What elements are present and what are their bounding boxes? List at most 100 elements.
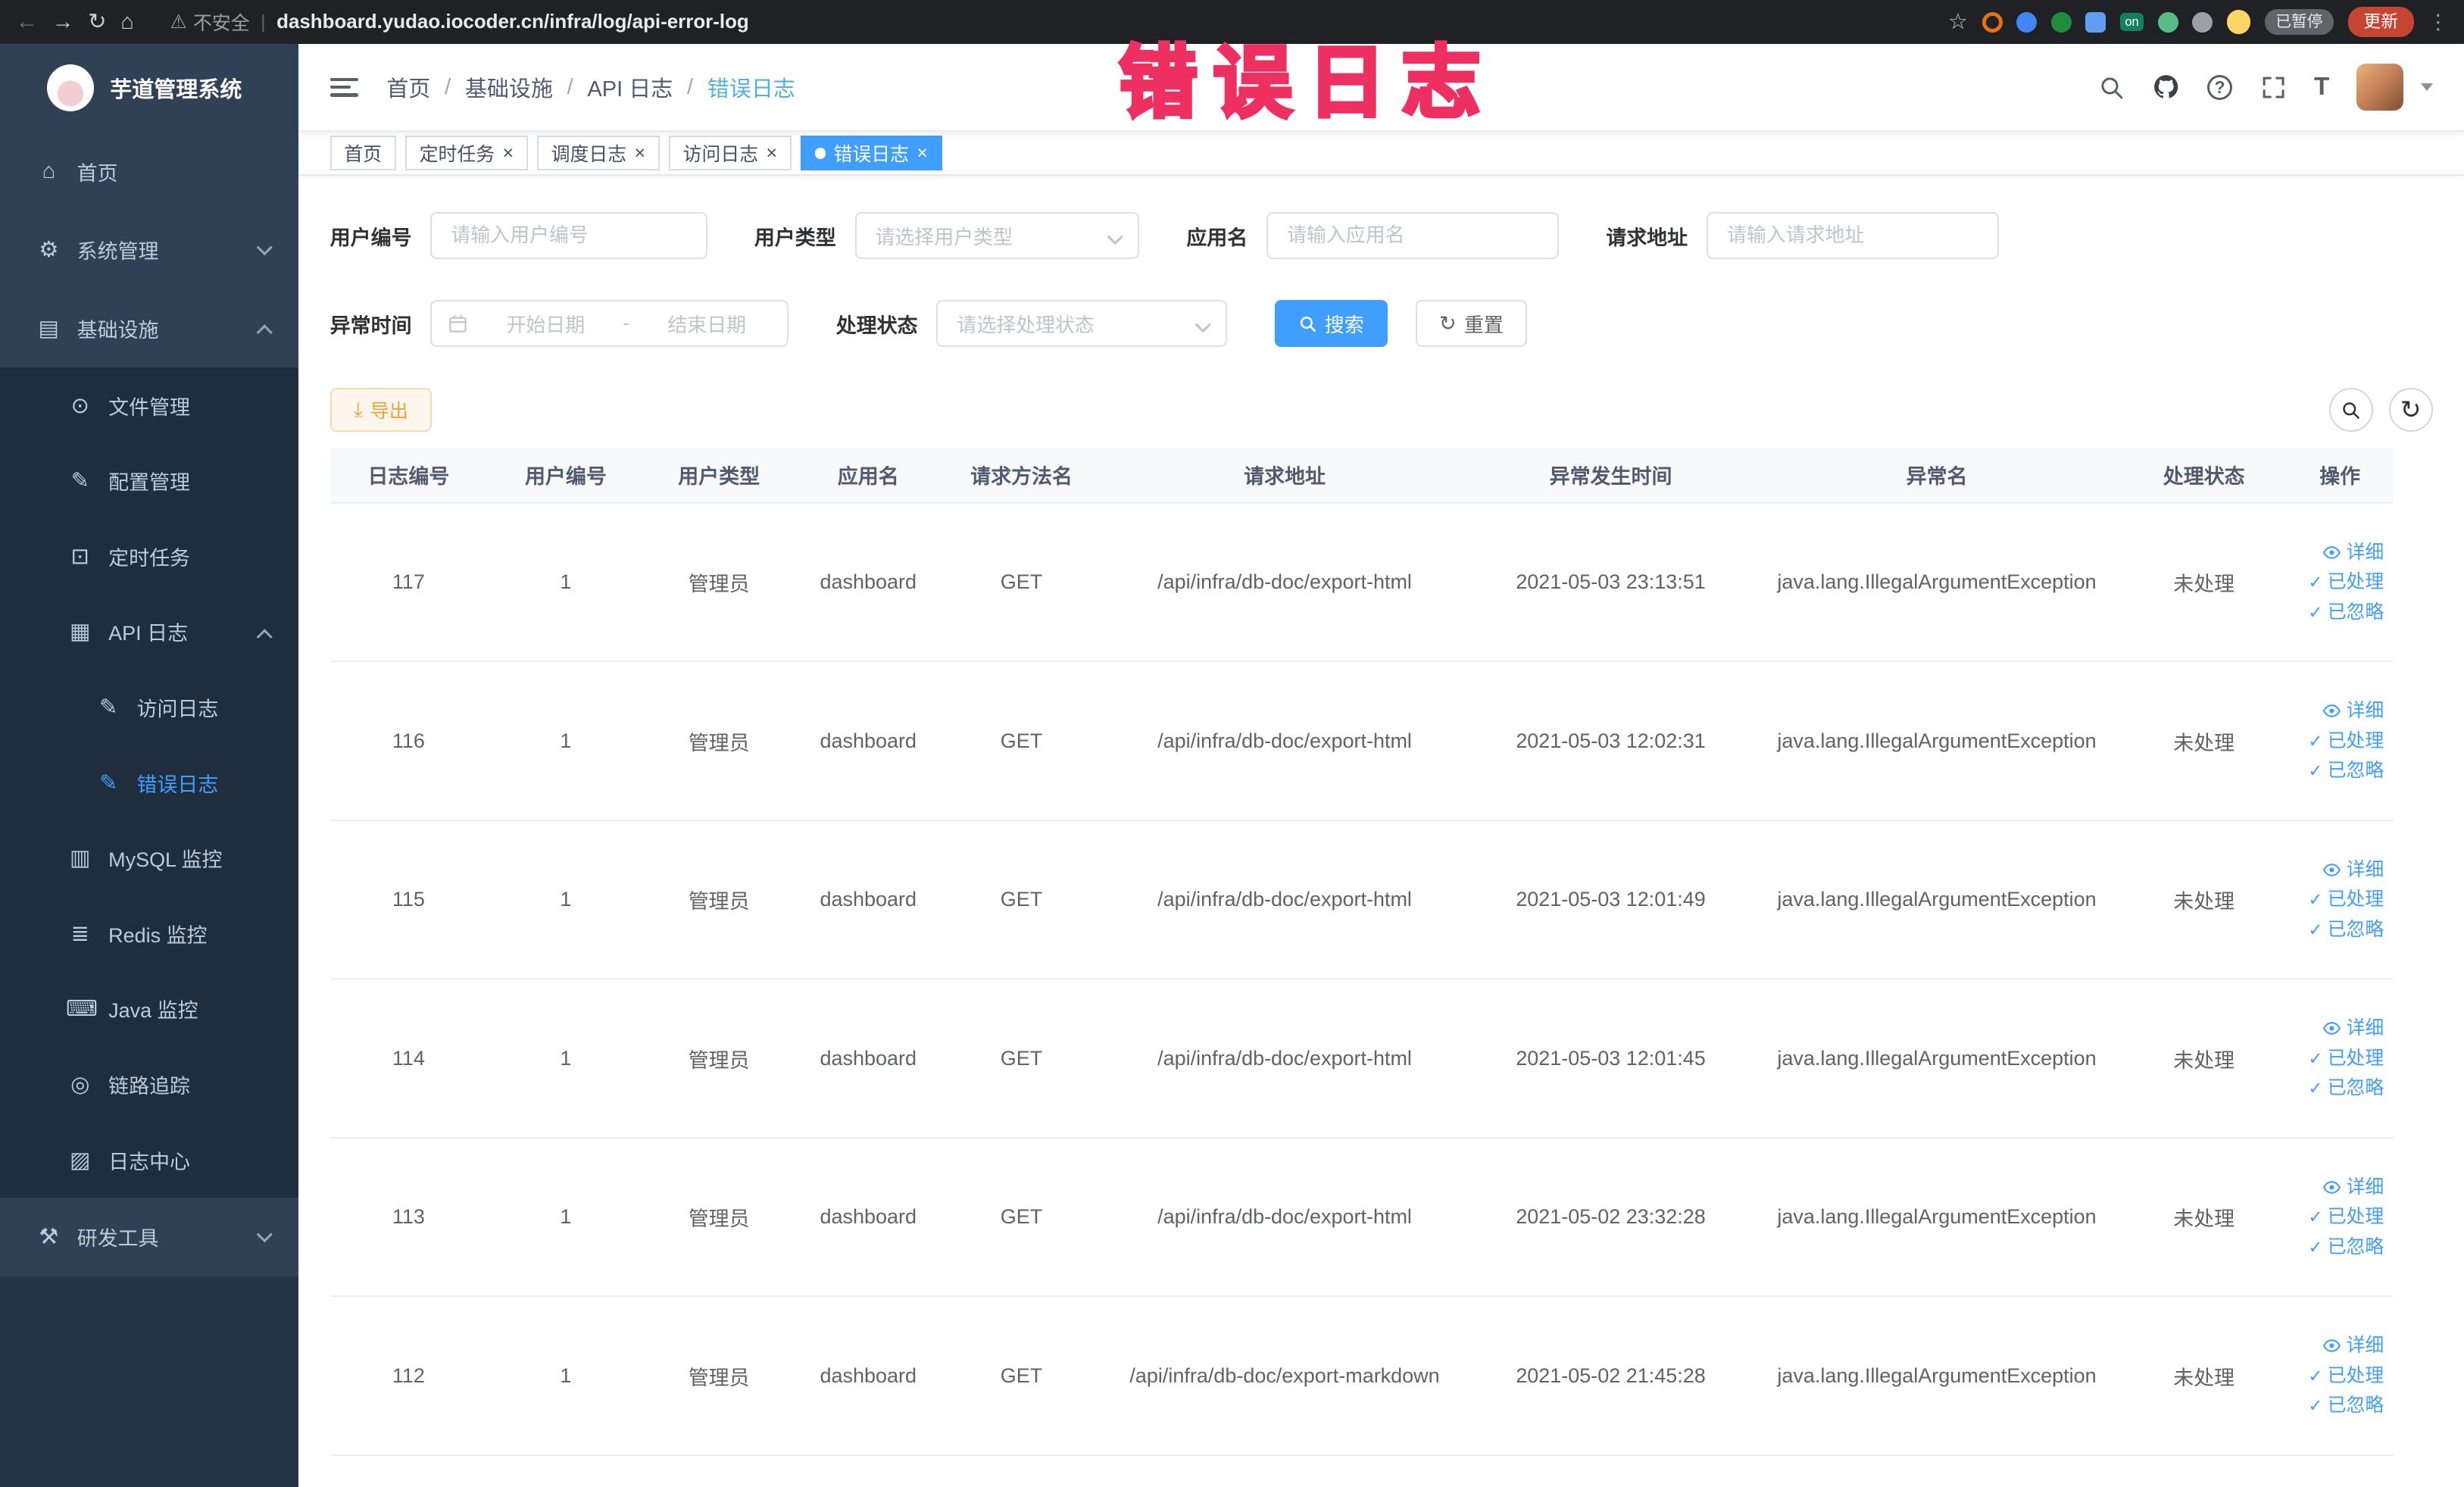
- warning-icon: ⚠: [170, 11, 187, 33]
- sidebar-item-mysql-monitor[interactable]: ▥ MySQL 监控: [0, 820, 298, 896]
- toggle-search-button[interactable]: [2328, 388, 2373, 433]
- mark-processed-link[interactable]: ✓ 已处理: [2308, 1048, 2384, 1068]
- extension-icon-2[interactable]: [2016, 11, 2038, 33]
- app-name-input[interactable]: [1266, 212, 1560, 260]
- start-date-placeholder[interactable]: 开始日期: [481, 310, 611, 338]
- fullscreen-icon[interactable]: [2259, 73, 2287, 101]
- close-icon[interactable]: ×: [767, 143, 778, 163]
- sidebar-item-dev-tools[interactable]: ⚒ 研发工具: [0, 1198, 298, 1276]
- user-id-input[interactable]: [430, 212, 707, 260]
- mark-ignored-link[interactable]: ✓ 已忽略: [2308, 1237, 2384, 1257]
- sync-paused-badge[interactable]: 已暂停: [2264, 9, 2334, 35]
- mark-processed-link[interactable]: ✓ 已处理: [2308, 1207, 2384, 1226]
- profile-avatar-icon[interactable]: [2226, 10, 2251, 34]
- bookmark-star-icon[interactable]: ☆: [1948, 11, 1968, 33]
- sidebar-item-file-management[interactable]: ⊙ 文件管理: [0, 367, 298, 443]
- url-text[interactable]: dashboard.yudao.iocoder.cn/infra/log/api…: [276, 11, 749, 33]
- mark-ignored-link[interactable]: ✓ 已忽略: [2308, 761, 2384, 780]
- extension-icon-4[interactable]: [2085, 11, 2106, 33]
- breadcrumb-error-log: 错误日志: [707, 77, 795, 102]
- breadcrumb-infrastructure[interactable]: 基础设施: [465, 71, 553, 103]
- tab-schedule-log[interactable]: 调度日志 ×: [537, 136, 660, 171]
- export-button[interactable]: ⤓ 导出: [329, 388, 432, 433]
- cell-exception-time: 2021-05-03 12:02:31: [1469, 661, 1753, 821]
- mark-ignored-link[interactable]: ✓ 已忽略: [2308, 1396, 2384, 1415]
- date-range-picker[interactable]: 开始日期 - 结束日期: [430, 300, 789, 348]
- close-icon[interactable]: ×: [503, 143, 514, 163]
- filter-user-type: 用户类型 请选择用户类型: [754, 212, 1140, 260]
- sidebar-item-scheduled-task[interactable]: ⊡ 定时任务: [0, 519, 298, 595]
- tab-error-log[interactable]: 错误日志 ×: [801, 136, 942, 171]
- cell-user-id: 1: [487, 502, 645, 663]
- sidebar-item-error-log[interactable]: ✎ 错误日志: [0, 745, 298, 820]
- tab-home[interactable]: 首页: [329, 136, 396, 171]
- close-icon[interactable]: ×: [635, 143, 646, 163]
- user-type-select[interactable]: 请选择用户类型: [854, 212, 1140, 260]
- sidebar-item-access-log[interactable]: ✎ 访问日志: [0, 670, 298, 745]
- sidebar-item-system-management[interactable]: ⚙ 系统管理: [0, 211, 298, 289]
- detail-link[interactable]: 详细: [2322, 860, 2384, 879]
- detail-link[interactable]: 详细: [2322, 1019, 2384, 1038]
- refresh-table-button[interactable]: ↻: [2388, 388, 2433, 433]
- detail-link[interactable]: 详细: [2322, 1336, 2384, 1355]
- process-status-select[interactable]: 请选择处理状态: [936, 300, 1228, 348]
- mark-processed-link[interactable]: ✓ 已处理: [2308, 1366, 2384, 1385]
- sidebar-item-redis-monitor[interactable]: ≣ Redis 监控: [0, 896, 298, 972]
- reload-icon[interactable]: ↻: [88, 11, 106, 33]
- detail-link[interactable]: 详细: [2322, 1177, 2384, 1197]
- search-button[interactable]: 搜索: [1274, 300, 1388, 348]
- sidebar-item-home[interactable]: ⌂ 首页: [0, 132, 298, 211]
- extension-icon-3[interactable]: [2050, 11, 2072, 33]
- cell-method: GET: [942, 979, 1101, 1139]
- sidebar-item-log-center[interactable]: ▨ 日志中心: [0, 1122, 298, 1198]
- browser-menu-icon[interactable]: ⋮: [2428, 11, 2448, 34]
- sidebar-item-trace[interactable]: ◎ 链路追踪: [0, 1047, 298, 1123]
- sidebar-item-infrastructure[interactable]: ▤ 基础设施: [0, 289, 298, 368]
- extension-on-badge[interactable]: on: [2120, 13, 2144, 32]
- extension-icon-1[interactable]: [1982, 11, 2003, 33]
- tab-access-log[interactable]: 访问日志 ×: [669, 136, 792, 171]
- mark-processed-link[interactable]: ✓ 已处理: [2308, 890, 2384, 909]
- mark-processed-link[interactable]: ✓ 已处理: [2308, 730, 2384, 751]
- update-button[interactable]: 更新: [2347, 6, 2414, 38]
- mark-ignored-link[interactable]: ✓ 已忽略: [2308, 1079, 2384, 1098]
- filter-exception-time: 异常时间 开始日期 - 结束日期: [330, 300, 789, 348]
- security-warning[interactable]: ⚠ 不安全: [170, 8, 249, 36]
- row-actions: 详细 ✓ 已处理 ✓ 已忽略: [2296, 860, 2384, 939]
- collapse-sidebar-icon[interactable]: [329, 77, 359, 97]
- sidebar-item-api-log[interactable]: ▦ API 日志: [0, 594, 298, 670]
- back-icon[interactable]: ←: [16, 11, 38, 33]
- detail-link[interactable]: 详细: [2322, 701, 2384, 720]
- tab-scheduled-task[interactable]: 定时任务 ×: [405, 136, 528, 171]
- check-icon: ✓: [2308, 730, 2323, 751]
- cell-log-id: 117: [329, 502, 488, 663]
- help-icon[interactable]: ?: [2206, 74, 2233, 100]
- user-avatar[interactable]: [2356, 64, 2403, 111]
- eye-icon: [2323, 1022, 2341, 1036]
- request-url-input[interactable]: [1707, 212, 1999, 260]
- download-icon: ⤓: [353, 398, 363, 421]
- breadcrumb-api-log[interactable]: API 日志: [587, 71, 673, 103]
- font-size-icon[interactable]: T: [2314, 73, 2329, 102]
- mark-ignored-link[interactable]: ✓ 已忽略: [2308, 601, 2384, 622]
- app-logo[interactable]: 芋道管理系统: [0, 44, 298, 132]
- search-icon[interactable]: [2097, 73, 2125, 101]
- mark-processed-link[interactable]: ✓ 已处理: [2308, 573, 2384, 592]
- breadcrumb-home[interactable]: 首页: [386, 71, 430, 103]
- home-icon[interactable]: ⌂: [120, 11, 134, 33]
- close-icon[interactable]: ×: [917, 143, 928, 163]
- forward-icon[interactable]: →: [52, 11, 73, 33]
- avatar-caret-icon[interactable]: [2420, 83, 2433, 91]
- row-actions: 详细 ✓ 已处理 ✓ 已忽略: [2296, 1177, 2384, 1257]
- address-bar[interactable]: ⚠ 不安全 | dashboard.yudao.iocoder.cn/infra…: [170, 8, 1934, 36]
- sidebar-item-java-monitor[interactable]: ⌨ Java 监控: [0, 971, 298, 1047]
- mark-ignored-link[interactable]: ✓ 已忽略: [2308, 920, 2384, 939]
- detail-link[interactable]: 详细: [2322, 542, 2384, 562]
- extension-icon-5[interactable]: [2157, 11, 2178, 33]
- reset-button[interactable]: ↻ 重置: [1416, 300, 1527, 348]
- github-icon[interactable]: [2152, 73, 2180, 101]
- check-icon: ✓: [2308, 601, 2323, 622]
- end-date-placeholder[interactable]: 结束日期: [642, 310, 772, 338]
- sidebar-item-config-management[interactable]: ✎ 配置管理: [0, 443, 298, 519]
- extension-icon-6[interactable]: [2192, 11, 2213, 33]
